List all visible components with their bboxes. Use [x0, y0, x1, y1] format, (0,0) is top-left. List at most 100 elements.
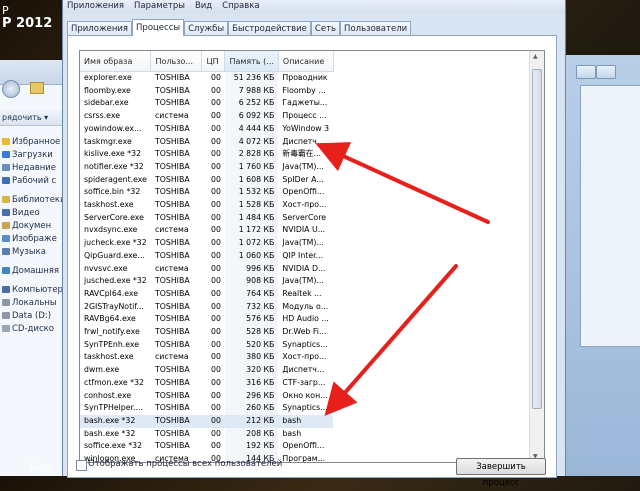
table-row[interactable]: ServerCore.exe TOSHIBA 00 1 484 КБ ServerCor…	[80, 211, 333, 225]
table-row[interactable]: floomby.exe TOSHIBA 00 7 988 КБ Floomby ...	[80, 84, 333, 98]
video-icon	[2, 209, 10, 216]
table-row[interactable]: explorer.exe TOSHIBA 00 51 236 КБ Проводник	[80, 71, 333, 85]
end-process-button[interactable]: Завершить процесс	[456, 458, 546, 488]
table-cell: yowindow.ex...	[84, 123, 142, 133]
table-row[interactable]: RAVBg64.exe TOSHIBA 00 576 КБ HD Audio ...	[80, 313, 333, 327]
table-row[interactable]: ctfmon.exe *32 TOSHIBA 00 316 КБ CTF-загр...	[80, 376, 333, 390]
taskbar-item-label[interactable]: kings	[30, 463, 53, 473]
nav-item[interactable]: Изображе	[0, 233, 70, 246]
table-row[interactable]: jusched.exe *32 TOSHIBA 00 908 КБ Java(TM)..…	[80, 275, 333, 288]
table-cell: 00	[211, 314, 221, 324]
nav-item[interactable]: Докумен	[0, 220, 70, 233]
table-row[interactable]: RAVCpl64.exe TOSHIBA 00 764 КБ Realtek ...	[80, 287, 333, 301]
table-cell: 4 072 КБ	[224, 135, 279, 149]
table-cell: TOSHIBA	[154, 174, 190, 184]
back-icon[interactable]	[2, 80, 20, 98]
table-row[interactable]: bash.exe *32 TOSHIBA 00 212 КБ bash	[80, 414, 334, 428]
table-row[interactable]: QipGuard.exe... TOSHIBA 00 1 060 КБ QIP Inte…	[80, 249, 333, 263]
nav-item[interactable]: Рабочий с	[0, 175, 70, 188]
tab[interactable]: Быстродействие	[228, 21, 311, 36]
nav-item[interactable]: Библиотеки	[0, 194, 70, 207]
table-cell: Java(TM)...	[282, 161, 324, 171]
table-row[interactable]: frwl_notify.exe TOSHIBA 00 528 КБ Dr.Web Fi.…	[80, 326, 333, 339]
nav-item[interactable]: Загрузки	[0, 149, 70, 162]
column-header[interactable]: Память (...	[224, 51, 279, 72]
table-cell: soffice.bin *32	[84, 187, 141, 197]
table-cell: ServerCore	[282, 212, 327, 222]
table-cell: 00	[201, 414, 225, 428]
table-row[interactable]: nvvsvc.exe система 00 996 КБ NVIDIA D...	[80, 262, 333, 276]
drive-icon	[2, 312, 10, 319]
table-cell: 764 КБ	[224, 287, 279, 301]
table-row[interactable]: taskhost.exe TOSHIBA 00 1 528 КБ Хост-про...	[80, 199, 333, 212]
menu-item[interactable]: Параметры	[134, 0, 185, 13]
menu-item[interactable]: Вид	[195, 0, 212, 13]
process-list[interactable]: Имя образа Пользо... ЦП Память (... Описание…	[79, 50, 545, 463]
table-row[interactable]: SynTPEnh.exe TOSHIBA 00 520 КБ Synaptics...	[80, 338, 333, 352]
table-row[interactable]: jucheck.exe *32 TOSHIBA 00 1 072 КБ Java(TM)…	[80, 237, 333, 250]
table-cell: 316 КБ	[224, 376, 279, 390]
table-cell: Проводник	[282, 73, 328, 82]
table-row[interactable]: taskhost.exe система 00 380 КБ Хост-про...	[80, 351, 333, 365]
nav-item[interactable]: CD-диско	[0, 323, 70, 336]
window-control-icon[interactable]	[596, 65, 616, 79]
table-cell: 00	[211, 136, 221, 146]
table-row[interactable]: dwm.exe TOSHIBA 00 320 КБ Диспетч...	[80, 364, 333, 377]
table-row[interactable]: 2GISTrayNotif... TOSHIBA 00 732 КБ Модуль о.…	[80, 300, 333, 314]
images-icon	[2, 235, 10, 242]
column-header[interactable]: Имя образа	[80, 51, 152, 72]
organize-button[interactable]: рядочить ▾	[0, 110, 70, 126]
vertical-scrollbar[interactable]: ▲ ▼	[529, 51, 544, 462]
nav-item[interactable]: Избранное	[0, 136, 70, 149]
table-cell: 00	[211, 149, 221, 159]
table-row[interactable]: nvxdsync.exe система 00 1 172 КБ NVIDIA U...	[80, 224, 333, 238]
table-cell: TOSHIBA	[154, 85, 190, 95]
table-row[interactable]: kislive.exe *32 TOSHIBA 00 2 828 КБ 新毒霸在...	[80, 148, 333, 161]
column-header[interactable]: Пользо...	[150, 51, 203, 72]
table-row[interactable]: soffice.bin *32 TOSHIBA 00 1 532 КБ OpenOffi…	[80, 186, 333, 200]
table-row[interactable]: spideragent.exe TOSHIBA 00 1 608 КБ SpIDer A…	[80, 173, 333, 187]
scroll-up-icon[interactable]: ▲	[533, 53, 538, 60]
nav-item[interactable]: Локальны	[0, 297, 70, 310]
table-cell: TOSHIBA	[154, 187, 190, 197]
table-cell: SpIDer A...	[282, 174, 324, 184]
nav-item[interactable]: Data (D:)	[0, 310, 70, 323]
nav-item-label: Загрузки	[12, 150, 53, 160]
nav-item[interactable]: Компьютер	[0, 284, 70, 297]
nav-item[interactable]: Видео	[0, 207, 70, 220]
nav-item[interactable]: Музыка	[0, 246, 70, 259]
column-header[interactable]: Описание	[278, 51, 334, 72]
nav-item-label: Изображе	[12, 234, 57, 244]
tab[interactable]: Службы	[184, 21, 229, 36]
scrollbar-thumb[interactable]	[532, 69, 542, 409]
table-row[interactable]: csrss.exe система 00 6 092 КБ Процесс ...	[80, 110, 333, 123]
show-all-users-checkbox[interactable]	[76, 460, 87, 471]
table-cell: bash.exe *32	[84, 428, 136, 438]
table-row[interactable]: bash.exe *32 TOSHIBA 00 208 КБ bash	[80, 427, 333, 441]
table-row[interactable]: SynTPHelper.... TOSHIBA 00 260 КБ Synaptics.…	[80, 402, 333, 415]
table-row[interactable]: sidebar.exe TOSHIBA 00 6 252 КБ Гаджеты...	[80, 97, 333, 111]
table-row[interactable]: notifier.exe *32 TOSHIBA 00 1 760 КБ Java(TM…	[80, 160, 333, 174]
tab[interactable]: Приложения	[67, 21, 133, 36]
table-cell: Окно кон...	[282, 390, 328, 400]
table-cell: 00	[211, 263, 221, 273]
table-row[interactable]: yowindow.ex... TOSHIBA 00 4 444 КБ YoWindow …	[80, 122, 333, 136]
table-cell: 1 532 КБ	[224, 186, 279, 200]
table-cell: TOSHIBA	[154, 136, 190, 146]
tab[interactable]: Сеть	[310, 21, 341, 36]
table-cell: 208 КБ	[224, 427, 279, 441]
window-control-icon[interactable]	[576, 65, 596, 79]
table-cell: 00	[211, 288, 221, 298]
table-row[interactable]: conhost.exe TOSHIBA 00 296 КБ Окно кон...	[80, 389, 333, 403]
column-header[interactable]: ЦП	[201, 51, 226, 72]
nav-item[interactable]: Домашняя г	[0, 265, 70, 278]
table-cell: HD Audio ...	[282, 314, 329, 324]
menu-item[interactable]: Приложения	[67, 0, 124, 13]
table-cell: Програм...	[282, 454, 326, 463]
menu-item[interactable]: Справка	[222, 0, 259, 13]
tab[interactable]: Пользователи	[340, 21, 412, 36]
table-row[interactable]: soffice.exe *32 TOSHIBA 00 192 КБ OpenOffi..…	[80, 440, 333, 454]
nav-item[interactable]: Недавние	[0, 162, 70, 175]
table-row[interactable]: taskmgr.exe TOSHIBA 00 4 072 КБ Диспетч...	[80, 135, 333, 149]
tab[interactable]: Процессы	[132, 19, 185, 36]
